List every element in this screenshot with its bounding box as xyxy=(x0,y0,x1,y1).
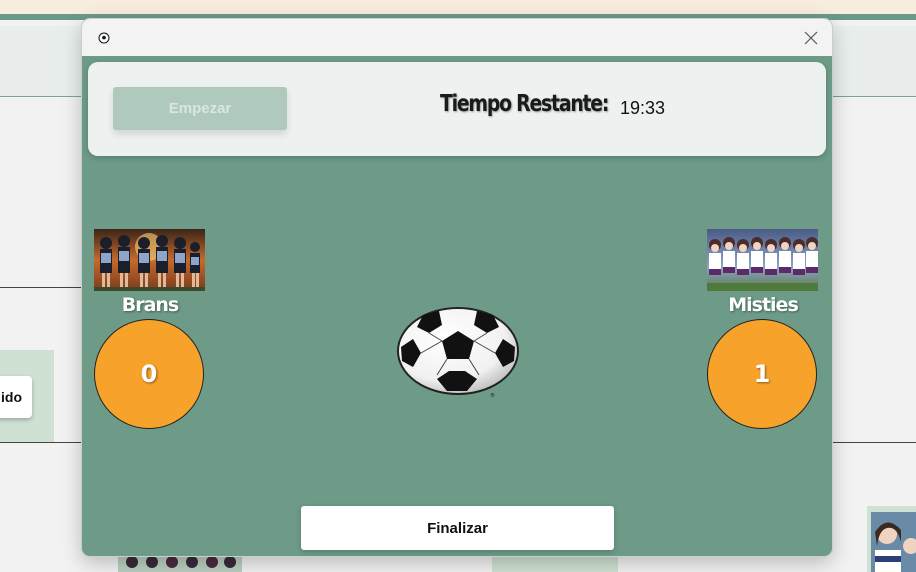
timer-value: 19:33 xyxy=(620,98,666,118)
background-divider xyxy=(0,442,90,443)
team-left: Brans 0 xyxy=(94,229,206,429)
background-button-label: ido xyxy=(1,389,22,405)
close-icon xyxy=(804,31,818,45)
team-right: Misties 1 xyxy=(707,229,819,429)
soccer-ball-icon: ® xyxy=(397,307,519,399)
background-button[interactable]: ido xyxy=(0,376,32,418)
start-button[interactable]: Empezar xyxy=(113,87,287,130)
background-divider xyxy=(0,287,90,288)
modal-titlebar xyxy=(82,19,832,56)
team-photo-misties xyxy=(707,229,818,291)
background-team-photo xyxy=(871,512,916,572)
soccer-ball-icon xyxy=(98,32,110,44)
team-photo-brans xyxy=(94,229,205,291)
finish-button[interactable]: Finalizar xyxy=(301,506,614,550)
background-team-card xyxy=(867,506,916,572)
team-name-left: Brans xyxy=(121,294,180,316)
timer-label: Tiempo Restante: xyxy=(440,91,609,117)
control-panel: Empezar Tiempo Restante: 19:33 xyxy=(88,62,826,156)
team-name-right: Misties xyxy=(728,294,799,316)
svg-text:®: ® xyxy=(490,392,495,399)
background-divider xyxy=(830,442,916,443)
score-right: 1 xyxy=(707,319,817,429)
background-top-strip xyxy=(0,0,916,14)
close-button[interactable] xyxy=(800,27,822,49)
score-left: 0 xyxy=(94,319,204,429)
match-modal: Empezar Tiempo Restante: 19:33 Brans 0 M… xyxy=(82,19,832,556)
